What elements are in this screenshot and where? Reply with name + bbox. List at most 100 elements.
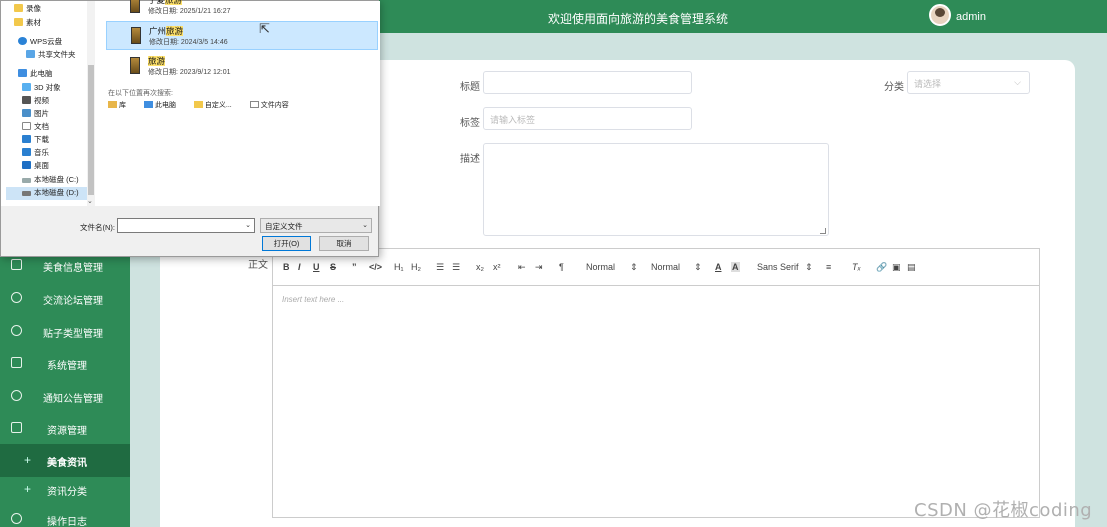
chevron-down-icon[interactable]: ⌄ <box>245 221 251 229</box>
file-item[interactable]: 宁夏旅游 修改日期: 2025/1/21 16:27 <box>106 0 378 20</box>
font-select[interactable]: Sans Serif <box>757 262 799 272</box>
search-again-hint: 在以下位置再次搜索: <box>108 90 173 97</box>
sidebar-item-system[interactable]: 系统管理 <box>0 347 130 380</box>
sidebar-item-news-category[interactable]: + 资讯分类 <box>0 473 130 506</box>
clean-format-button[interactable]: Tₓ <box>852 262 861 272</box>
bold-button[interactable]: B <box>283 262 290 272</box>
rich-text-editor[interactable]: B I U S ” </> H₁ H₂ ☰ ☰ x₂ x² ⇤ ⇥ ¶ Norm… <box>272 248 1040 518</box>
filename-label: 文件名(N): <box>80 223 115 232</box>
font-color-button[interactable]: A <box>715 262 722 272</box>
text-direction-button[interactable]: ¶ <box>559 262 564 272</box>
ordered-list-button[interactable]: ☰ <box>436 262 444 273</box>
search-link-this-pc[interactable]: 此电脑 <box>143 101 184 109</box>
blockquote-button[interactable]: ” <box>352 262 357 272</box>
music-icon <box>22 148 31 156</box>
nav-item-label: 此电脑 <box>30 69 53 78</box>
file-name: 旅游 <box>148 56 166 66</box>
body-label: 正文 <box>248 260 268 271</box>
nav-item-disk-c[interactable]: 本地磁盘 (C:) <box>22 174 79 187</box>
sidebar-item-label: 通知公告管理 <box>43 394 103 405</box>
video-icon[interactable]: ▤ <box>907 262 916 273</box>
underline-button[interactable]: U <box>313 262 320 272</box>
category-select[interactable]: 请选择 ⌵ <box>907 71 1030 94</box>
sidebar-item-label: 贴子类型管理 <box>43 329 103 340</box>
file-date: 修改日期: 2024/3/5 14:46 <box>149 39 228 46</box>
filename-input[interactable]: ⌄ <box>117 218 255 233</box>
title-label: 标题 <box>460 82 480 93</box>
dialog-nav-pane: 录像 素材 WPS云盘 共享文件夹 此电脑 3D 对象 视频 图片 文档 下载 … <box>6 1 94 206</box>
description-textarea[interactable] <box>483 143 829 236</box>
watermark: CSDN @花椒coding <box>914 500 1093 521</box>
header1-button[interactable]: H₁ <box>394 262 404 272</box>
chevron-down-icon: ⌄ <box>362 222 368 229</box>
nav-item-label: 本地磁盘 (D:) <box>34 188 79 197</box>
document-icon <box>22 122 31 130</box>
link-icon[interactable]: 🔗 <box>876 262 887 273</box>
nav-item-label: 下载 <box>34 135 49 144</box>
filetype-value: 自定义文件 <box>265 222 303 231</box>
filetype-select[interactable]: 自定义文件 ⌄ <box>260 218 372 233</box>
bullet-list-button[interactable]: ☰ <box>452 262 460 273</box>
align-button[interactable]: ≡ <box>826 262 831 272</box>
size-dropdown-icon[interactable]: ⇕ <box>630 262 638 273</box>
size-select[interactable]: Normal <box>586 262 615 272</box>
shield-icon <box>11 325 22 336</box>
open-button[interactable]: 打开(O) <box>262 236 311 251</box>
tag-placeholder: 请输入标签 <box>490 115 536 125</box>
search-link-custom[interactable]: 自定义... <box>193 101 240 109</box>
sidebar-item-label: 资源管理 <box>47 426 87 437</box>
nav-item-3d-objects[interactable]: 3D 对象 <box>22 82 61 95</box>
search-link-file-contents[interactable]: 文件内容 <box>249 101 297 109</box>
search-link-library[interactable]: 库 <box>108 101 134 109</box>
outdent-button[interactable]: ⇤ <box>518 262 526 273</box>
nav-item-desktop[interactable]: 桌面 <box>22 160 49 173</box>
nav-item-videos[interactable]: 视频 <box>22 95 49 108</box>
title-input[interactable] <box>483 71 692 94</box>
sidebar-item-resource[interactable]: 资源管理 <box>0 412 130 445</box>
nav-item-label: WPS云盘 <box>30 37 63 46</box>
nav-item-disk-d[interactable]: 本地磁盘 (D:) <box>6 187 88 200</box>
sidebar-item-forum[interactable]: 交流论坛管理 <box>0 282 130 315</box>
nav-item-shared-folder[interactable]: 共享文件夹 <box>26 49 76 62</box>
code-block-button[interactable]: </> <box>369 262 382 272</box>
nav-item-this-pc[interactable]: 此电脑 <box>18 68 53 81</box>
nav-item-label: 文档 <box>34 122 49 131</box>
sidebar-item-label: 操作日志 <box>47 517 87 527</box>
indent-button[interactable]: ⇥ <box>535 262 543 273</box>
nav-item-recordings[interactable]: 录像 <box>14 3 41 16</box>
chevron-down-icon[interactable]: ⌄ <box>87 197 93 205</box>
subscript-button[interactable]: x₂ <box>476 262 484 272</box>
avatar[interactable] <box>929 4 951 26</box>
header-select[interactable]: Normal <box>651 262 680 272</box>
nav-item-pictures[interactable]: 图片 <box>22 108 49 121</box>
file-item-selected[interactable]: 广州旅游 修改日期: 2024/3/5 14:46 <box>106 21 378 50</box>
nav-item-label: 录像 <box>26 4 41 13</box>
header-dropdown-icon[interactable]: ⇕ <box>694 262 702 273</box>
nav-item-downloads[interactable]: 下载 <box>22 134 49 147</box>
editor-toolbar: B I U S ” </> H₁ H₂ ☰ ☰ x₂ x² ⇤ ⇥ ¶ Norm… <box>273 249 1039 286</box>
resize-handle-icon[interactable] <box>820 228 826 234</box>
font-dropdown-icon[interactable]: ⇕ <box>805 262 813 273</box>
background-color-button[interactable]: A <box>731 262 740 272</box>
username[interactable]: admin <box>956 11 986 23</box>
tag-input[interactable]: 请输入标签 <box>483 107 692 130</box>
strike-button[interactable]: S <box>330 262 336 272</box>
nav-item-materials[interactable]: 素材 <box>14 17 41 30</box>
file-date: 修改日期: 2023/9/12 12:01 <box>148 69 231 76</box>
italic-button[interactable]: I <box>298 262 301 272</box>
file-item[interactable]: 旅游 修改日期: 2023/9/12 12:01 <box>106 52 378 81</box>
superscript-button[interactable]: x² <box>493 262 501 272</box>
image-icon[interactable]: ▣ <box>892 262 901 273</box>
scrollbar-thumb[interactable] <box>88 65 94 195</box>
nav-item-wps-cloud[interactable]: WPS云盘 <box>18 36 62 49</box>
dialog-footer: 文件名(N): ⌄ 自定义文件 ⌄ 打开(O) 取消 <box>1 206 378 256</box>
cancel-button[interactable]: 取消 <box>319 236 369 251</box>
header2-button[interactable]: H₂ <box>411 262 421 272</box>
mouse-cursor-icon: ⇱ <box>259 21 270 36</box>
nav-item-music[interactable]: 音乐 <box>22 147 49 160</box>
sidebar-item-post-type[interactable]: 贴子类型管理 <box>0 315 130 348</box>
nav-item-documents[interactable]: 文档 <box>22 121 49 134</box>
sidebar-item-notice[interactable]: 通知公告管理 <box>0 380 130 413</box>
nav-scrollbar[interactable]: ⌄ <box>87 1 95 206</box>
sidebar-item-log[interactable]: 操作日志 <box>0 503 130 527</box>
